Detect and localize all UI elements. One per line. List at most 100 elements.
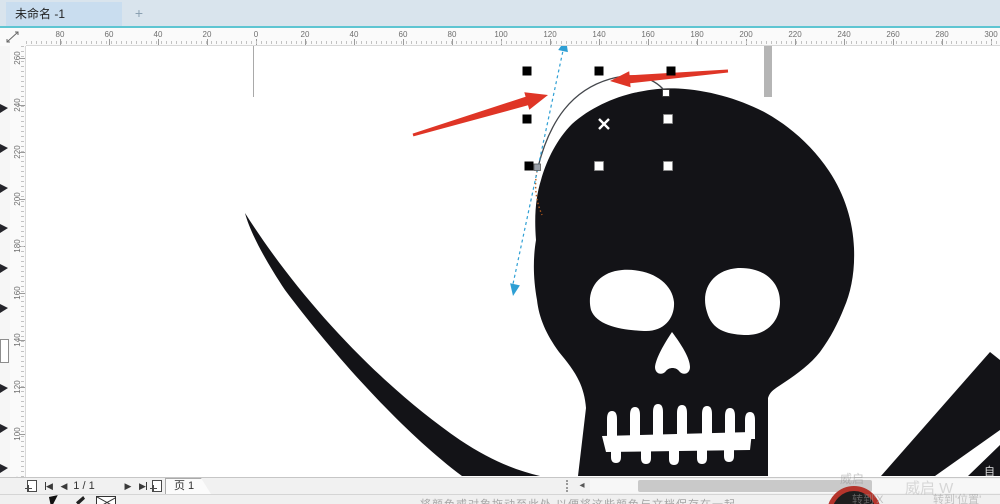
ruler-tick bbox=[19, 105, 25, 106]
ruler-tick bbox=[19, 293, 25, 294]
watermark-text: 转到'X bbox=[852, 494, 884, 504]
annotation-arrow-left-icon bbox=[412, 92, 548, 137]
ruler-label: 140 bbox=[592, 30, 606, 39]
toolbox-tool-icon[interactable] bbox=[0, 384, 8, 393]
scroll-left-button[interactable]: ◂ bbox=[575, 478, 589, 494]
ruler-tick bbox=[305, 39, 306, 45]
ruler-tick bbox=[942, 39, 943, 45]
selection-handle[interactable] bbox=[594, 66, 604, 76]
ruler-origin-icon bbox=[6, 31, 19, 43]
ruler-tick bbox=[19, 199, 25, 200]
ruler-label: 200 bbox=[13, 192, 22, 206]
pick-tool-cursor-icon bbox=[48, 495, 61, 504]
toolbox-strip bbox=[0, 46, 10, 477]
ruler-label: 180 bbox=[690, 30, 704, 39]
ruler-tick bbox=[19, 58, 25, 59]
document-tab-bar: 未命名 -1 + bbox=[0, 0, 1000, 26]
ruler-label: 100 bbox=[13, 427, 22, 441]
page-indicator: 1 / 1 bbox=[73, 480, 95, 492]
curve-start-node[interactable] bbox=[533, 163, 541, 171]
ruler-tick bbox=[550, 39, 551, 45]
no-fill-swatch-icon bbox=[96, 496, 116, 504]
ruler-tick bbox=[648, 39, 649, 45]
selection-handle[interactable] bbox=[522, 114, 532, 124]
ruler-tick bbox=[19, 387, 25, 388]
ruler-origin-corner[interactable] bbox=[0, 28, 26, 47]
ruler-label: 220 bbox=[788, 30, 802, 39]
page-tab[interactable]: 页 1 bbox=[165, 478, 211, 494]
toolbox-tool-icon[interactable] bbox=[0, 424, 8, 433]
splitter-grip[interactable] bbox=[566, 480, 571, 492]
ruler-tick bbox=[19, 246, 25, 247]
ruler-tick bbox=[207, 39, 208, 45]
ruler-label: 60 bbox=[398, 30, 408, 39]
ruler-tick bbox=[746, 39, 747, 45]
ruler-tick bbox=[19, 434, 25, 435]
ruler-tick bbox=[158, 39, 159, 45]
ruler-label: 120 bbox=[543, 30, 557, 39]
toolbox-tool-icon[interactable] bbox=[0, 464, 8, 473]
ruler-label: 240 bbox=[13, 98, 22, 112]
toolbox-tool-icon[interactable] bbox=[0, 144, 8, 153]
ruler-label: 40 bbox=[153, 30, 163, 39]
ruler-tick bbox=[893, 39, 894, 45]
curve-end-node[interactable] bbox=[662, 89, 670, 97]
toolbox-tool-icon[interactable] bbox=[0, 104, 8, 113]
selection-handle[interactable] bbox=[663, 114, 673, 124]
new-document-plus-icon[interactable]: + bbox=[130, 4, 148, 22]
ruler-tick bbox=[109, 39, 110, 45]
ruler-vertical[interactable]: 26024022020018016014012010080 bbox=[10, 46, 26, 485]
ruler-label: 20 bbox=[300, 30, 310, 39]
skull-crossbones-artwork[interactable] bbox=[245, 88, 1000, 476]
document-palette-hint: 将颜色或对象拖动至此处,以便将这些颜色与文档保存在一起 bbox=[420, 496, 736, 504]
toolbox-tool-icon[interactable] bbox=[0, 184, 8, 193]
toolbox-active-tool-button[interactable] bbox=[0, 339, 9, 363]
selection-handle[interactable] bbox=[594, 161, 604, 171]
ruler-label: 240 bbox=[837, 30, 851, 39]
ruler-label: 200 bbox=[739, 30, 753, 39]
page-left-edge bbox=[253, 46, 254, 97]
add-page-front-icon[interactable] bbox=[25, 480, 37, 492]
ruler-label: 80 bbox=[447, 30, 457, 39]
ruler-tick bbox=[403, 39, 404, 45]
ruler-label: 0 bbox=[253, 30, 259, 39]
previous-page-button[interactable]: ◀ bbox=[59, 478, 69, 494]
tool-status-icon bbox=[76, 496, 85, 504]
horizontal-scrollbar-thumb[interactable] bbox=[638, 480, 872, 492]
ruler-label: 140 bbox=[13, 333, 22, 347]
toolbox-tool-icon[interactable] bbox=[0, 224, 8, 233]
ruler-label: 220 bbox=[13, 145, 22, 159]
ruler-label: 260 bbox=[13, 51, 22, 65]
ruler-tick bbox=[501, 39, 502, 45]
selection-handle[interactable] bbox=[663, 161, 673, 171]
selection-handle[interactable] bbox=[524, 161, 534, 171]
selection-handle[interactable] bbox=[666, 66, 676, 76]
watermark-text: 自 bbox=[984, 466, 995, 478]
ruler-tick bbox=[795, 39, 796, 45]
ruler-tick bbox=[452, 39, 453, 45]
page-right-edge-shadow bbox=[764, 46, 772, 97]
toolbox-tool-icon[interactable] bbox=[0, 304, 8, 313]
add-page-back-icon[interactable] bbox=[150, 480, 162, 492]
ruler-label: 160 bbox=[641, 30, 655, 39]
watermark-text: 转到'位置' bbox=[933, 494, 982, 504]
ruler-label: 260 bbox=[886, 30, 900, 39]
last-page-button[interactable]: ▶ bbox=[137, 478, 149, 494]
ruler-horizontal[interactable]: 80 60 40 20 0 20 40 60 80 100 120 140 160 180 200 220 24… bbox=[26, 28, 1000, 46]
ruler-tick bbox=[19, 340, 25, 341]
first-page-button[interactable]: ◀ bbox=[43, 478, 55, 494]
next-page-button[interactable]: ▶ bbox=[123, 478, 133, 494]
ruler-tick bbox=[844, 39, 845, 45]
toolbox-tool-icon[interactable] bbox=[0, 264, 8, 273]
document-tab[interactable]: 未命名 -1 bbox=[6, 2, 122, 26]
ruler-tick bbox=[60, 39, 61, 45]
ruler-tick bbox=[697, 39, 698, 45]
ruler-label: 300 bbox=[984, 30, 998, 39]
ruler-label: 20 bbox=[202, 30, 212, 39]
selection-handle[interactable] bbox=[522, 66, 532, 76]
ruler-tick bbox=[19, 152, 25, 153]
drawing-canvas[interactable] bbox=[26, 46, 1000, 477]
ruler-label: 120 bbox=[13, 380, 22, 394]
ruler-label: 40 bbox=[349, 30, 359, 39]
ruler-label: 60 bbox=[104, 30, 114, 39]
